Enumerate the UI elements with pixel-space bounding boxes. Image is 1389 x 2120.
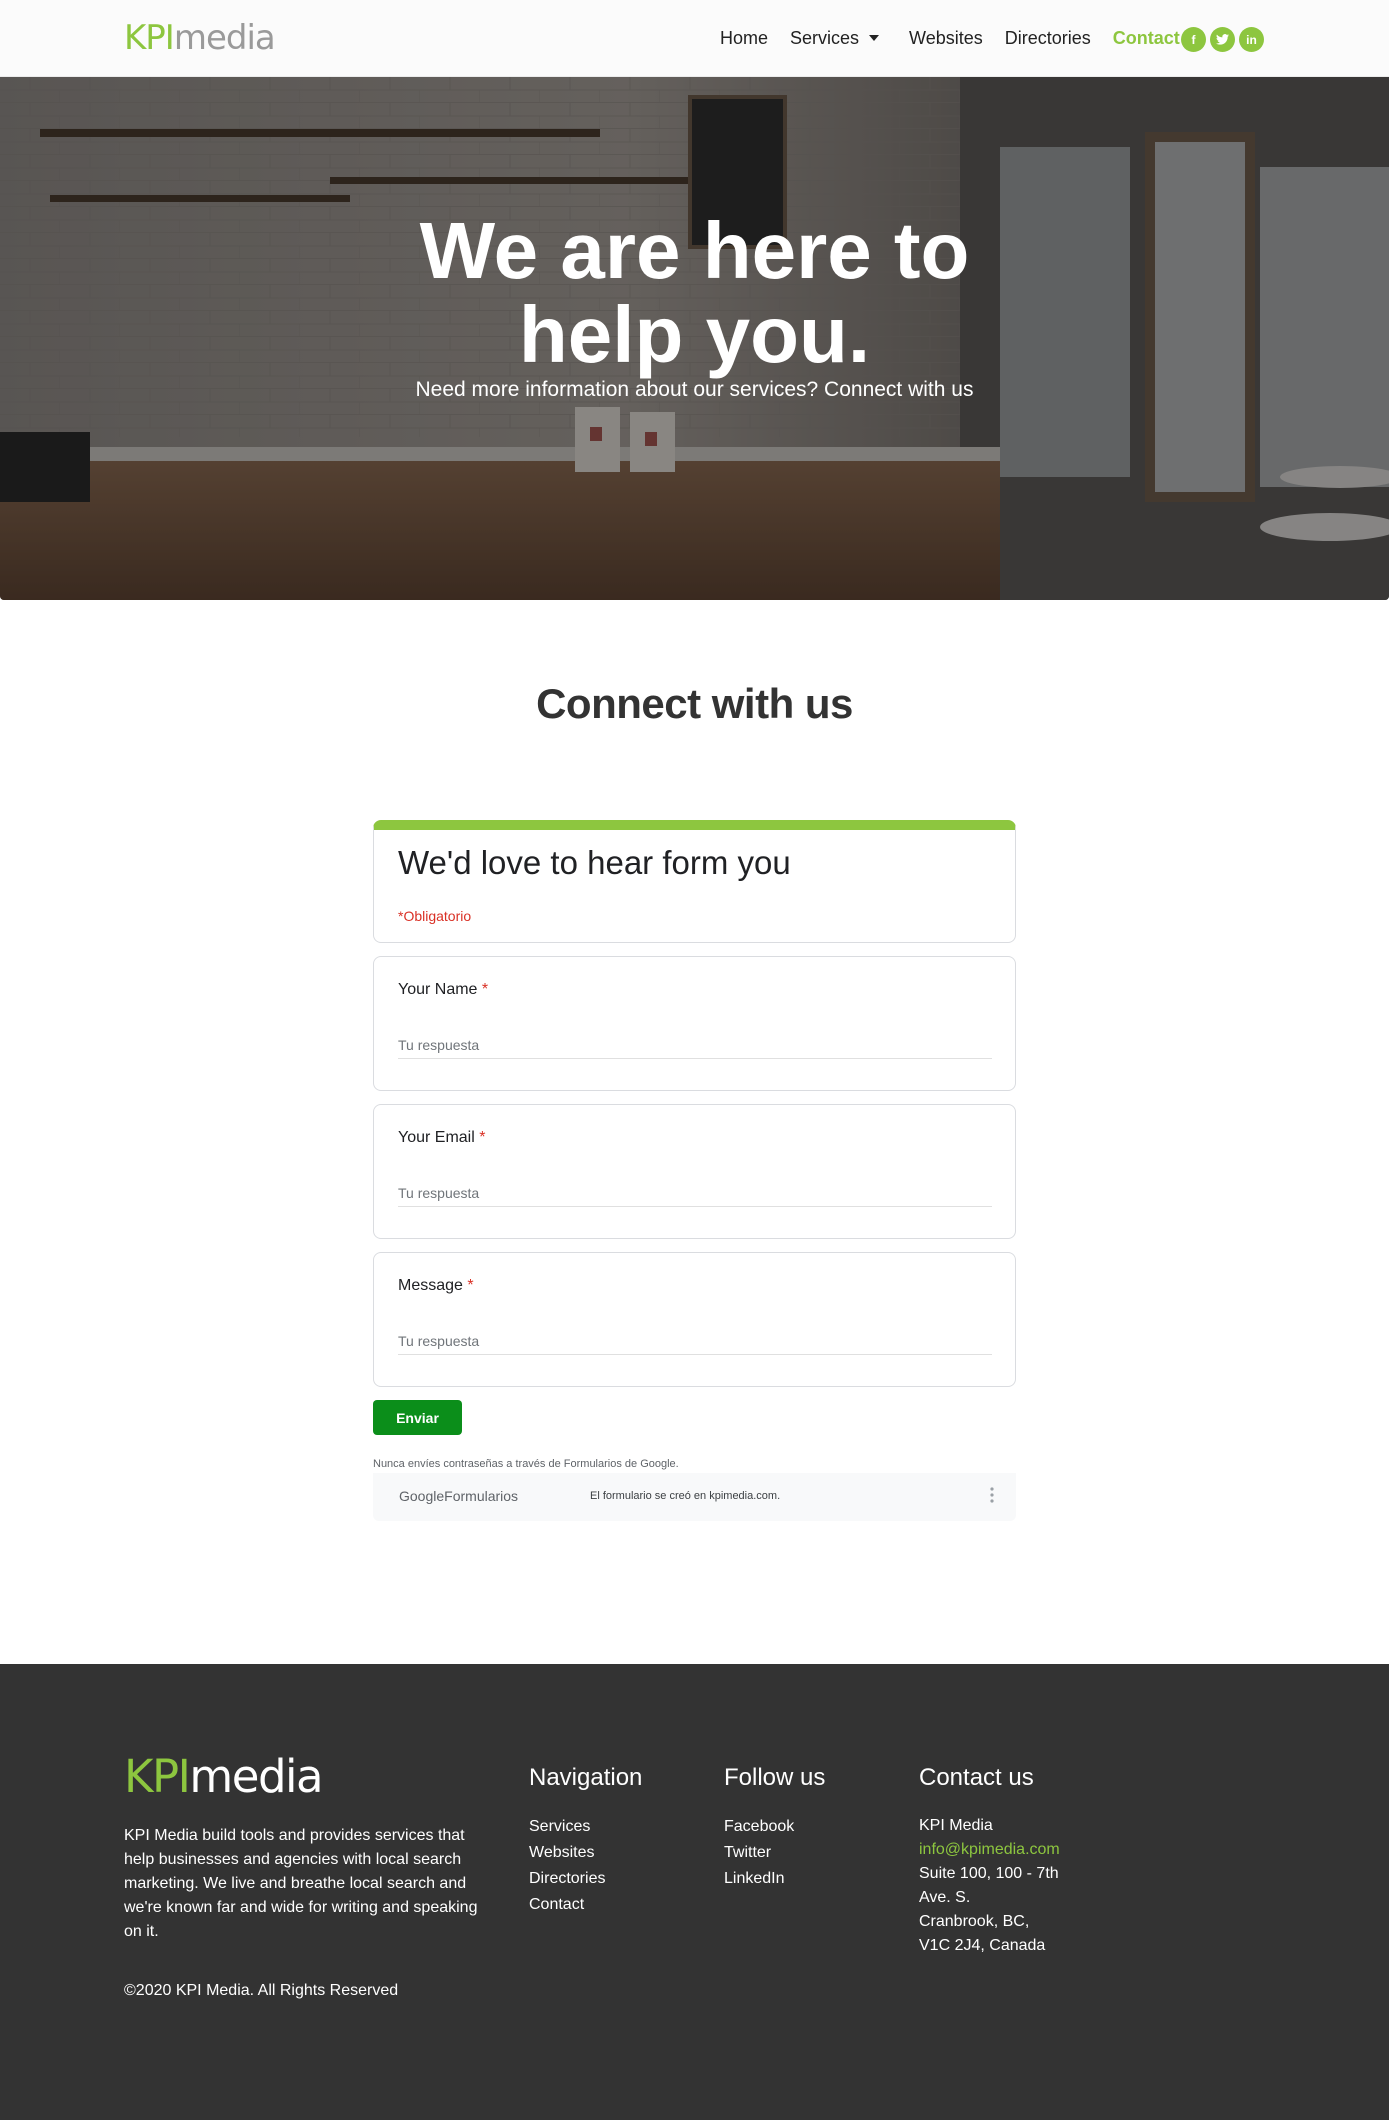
more-options-icon[interactable] <box>990 1487 994 1503</box>
form-header-card: We'd love to hear form you *Obligatorio <box>373 820 1016 943</box>
footer-link-facebook[interactable]: Facebook <box>724 1814 825 1840</box>
hero-banner: We are here to help you. Need more infor… <box>0 77 1389 600</box>
footer-address-line: Ave. S. <box>919 1889 971 1906</box>
footer-link-contact[interactable]: Contact <box>529 1892 642 1918</box>
nav-contact[interactable]: Contact <box>1113 26 1180 50</box>
footer-follow: Follow us Facebook Twitter LinkedIn <box>724 1764 825 1892</box>
question-label-text: Your Email <box>398 1129 475 1146</box>
required-star: * <box>467 1277 474 1294</box>
question-label: Your Name * <box>398 981 488 999</box>
nav-services-label: Services <box>790 28 860 48</box>
footer-email-link[interactable]: info@kpimedia.com <box>919 1838 1060 1862</box>
nav-home[interactable]: Home <box>720 26 768 50</box>
facebook-icon[interactable]: f <box>1181 27 1206 52</box>
question-email-card: Your Email * Tu respuesta <box>373 1104 1016 1239</box>
required-note: *Obligatorio <box>398 908 472 924</box>
footer-follow-title: Follow us <box>724 1764 826 1791</box>
site-header: KPImedia Home Services Websites Director… <box>0 0 1389 77</box>
section-title: Connect with us <box>536 680 853 727</box>
footer-link-linkedin[interactable]: LinkedIn <box>724 1866 825 1892</box>
nav-websites[interactable]: Websites <box>909 26 983 50</box>
hero-title-line1: We are here to <box>419 206 970 295</box>
password-warning: Nunca envíes contraseñas a través de For… <box>373 1458 679 1470</box>
footer-navigation-title: Navigation <box>529 1764 643 1791</box>
footer-address-line: Suite 100, 100 - 7th <box>919 1865 1059 1882</box>
footer-address-line: Cranbrook, BC, <box>919 1913 1030 1930</box>
footer-link-directories[interactable]: Directories <box>529 1866 642 1892</box>
footer-contact-title: Contact us <box>919 1764 1034 1791</box>
brand-forms: Formularios <box>444 1488 519 1504</box>
brand-google: Google <box>399 1488 445 1504</box>
footer-logo-kpi: KPI <box>124 1750 191 1803</box>
hero-title-line2: help you. <box>518 290 871 379</box>
required-star: * <box>481 981 489 998</box>
created-note: El formulario se creó en kpimedia.com. <box>590 1490 781 1502</box>
footer-navigation: Navigation Services Websites Directories… <box>529 1764 642 1918</box>
footer-link-websites[interactable]: Websites <box>529 1840 642 1866</box>
question-name-card: Your Name * Tu respuesta <box>373 956 1016 1091</box>
hero-title: We are here to help you. <box>0 209 1389 377</box>
logo-kpi: KPI <box>124 18 175 58</box>
google-forms-bar: GoogleFormularios El formulario se creó … <box>373 1473 1016 1521</box>
footer-about: KPI Media build tools and provides servi… <box>124 1827 478 1940</box>
hero-subtitle: Need more information about our services… <box>415 378 974 401</box>
question-label-text: Message <box>398 1277 463 1294</box>
footer-logo-media: media <box>189 1750 323 1803</box>
name-field[interactable]: Tu respuesta <box>398 1035 992 1059</box>
message-field[interactable]: Tu respuesta <box>398 1331 992 1355</box>
footer-logo[interactable]: KPImedia <box>124 1750 324 1803</box>
twitter-icon[interactable] <box>1210 27 1235 52</box>
nav-services[interactable]: Services <box>790 26 880 50</box>
form-title: We'd love to hear form you <box>398 844 791 881</box>
footer-contact: Contact us KPI Media info@kpimedia.com S… <box>919 1764 1060 1958</box>
question-label: Your Email * <box>398 1129 485 1147</box>
chevron-down-icon <box>869 35 880 41</box>
question-label-text: Your Name <box>398 981 478 998</box>
nav-directories[interactable]: Directories <box>1005 26 1091 50</box>
submit-button[interactable]: Enviar <box>373 1400 462 1435</box>
linkedin-icon[interactable]: in <box>1239 27 1264 52</box>
email-field[interactable]: Tu respuesta <box>398 1183 992 1207</box>
site-footer: KPImedia KPI Media build tools and provi… <box>0 1664 1389 2120</box>
footer-address-line: V1C 2J4, Canada <box>919 1937 1046 1954</box>
footer-link-twitter[interactable]: Twitter <box>724 1840 825 1866</box>
main-nav: Home Services Websites Directories Conta… <box>720 26 1202 50</box>
google-forms-logo[interactable]: GoogleFormularios <box>399 1488 518 1504</box>
question-message-card: Message * Tu respuesta <box>373 1252 1016 1387</box>
footer-copyright: ©2020 KPI Media. All Rights Reserved <box>124 1982 399 1999</box>
logo-media: media <box>173 18 276 58</box>
site-logo[interactable]: KPImedia <box>124 18 276 58</box>
required-star: * <box>479 1129 486 1146</box>
question-label: Message * <box>398 1277 474 1295</box>
footer-link-services[interactable]: Services <box>529 1814 642 1840</box>
header-socials: f in <box>1181 27 1268 52</box>
footer-company: KPI Media <box>919 1817 993 1834</box>
